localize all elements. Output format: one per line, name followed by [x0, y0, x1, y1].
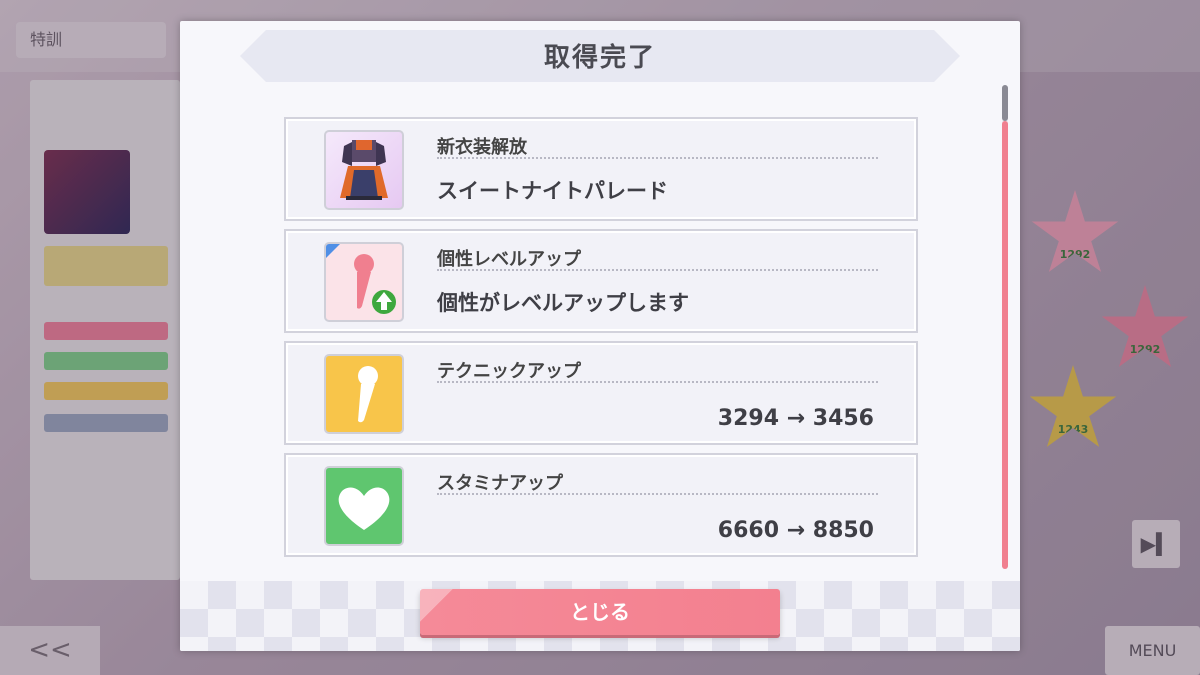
reward-value: 3294 → 3456: [717, 406, 874, 431]
reward-description: 個性がレベルアップします: [437, 291, 689, 315]
reward-description: スイートナイトパレード: [437, 179, 668, 203]
microphone-level-up-icon: [324, 242, 404, 322]
heart-icon: [324, 466, 404, 546]
corner-tag-icon: [326, 244, 340, 258]
reward-value: 6660 → 8850: [717, 518, 874, 543]
dialog-title: 取得完了: [543, 43, 656, 73]
reward-item-stamina: スタミナアップ 6660 → 8850: [284, 453, 918, 557]
reward-name: 個性レベルアップ: [437, 249, 581, 270]
scrollbar-cap: [1002, 85, 1008, 121]
reward-name: テクニックアップ: [437, 361, 581, 382]
acquisition-complete-dialog: 取得完了 新衣装解放 スイートナイトパレード 個性レベルアップ 個性がレベルアッ…: [180, 21, 1020, 651]
microphone-icon: [324, 354, 404, 434]
reward-name: 新衣装解放: [437, 137, 527, 158]
scrollbar-thumb[interactable]: [1002, 121, 1008, 569]
divider: [437, 269, 878, 271]
reward-list: 新衣装解放 スイートナイトパレード 個性レベルアップ 個性がレベルアップします: [284, 117, 918, 557]
reward-item-costume: 新衣装解放 スイートナイトパレード: [284, 117, 918, 221]
divider: [437, 381, 878, 383]
reward-name: スタミナアップ: [437, 473, 563, 494]
costume-icon: [324, 130, 404, 210]
divider: [437, 493, 878, 495]
reward-item-technique: テクニックアップ 3294 → 3456: [284, 341, 918, 445]
close-button[interactable]: とじる: [420, 589, 780, 635]
reward-item-skill: 個性レベルアップ 個性がレベルアップします: [284, 229, 918, 333]
divider: [437, 157, 878, 159]
